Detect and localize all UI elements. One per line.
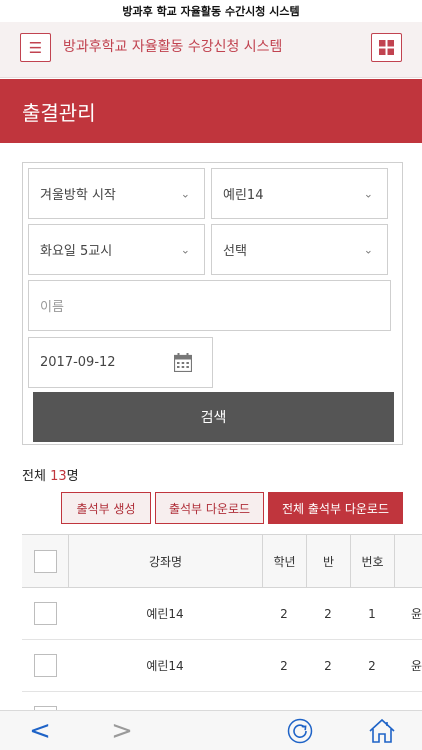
refresh-button[interactable] xyxy=(280,711,320,750)
row-grade: 2 xyxy=(280,658,288,673)
select-all-checkbox[interactable] xyxy=(33,549,57,573)
attendance-table: 강좌명 학년 반 번호 예린14 2 2 1 윤 예린14 2 2 2 윤 xyxy=(22,534,422,710)
date-field[interactable]: 2017-09-12 xyxy=(28,337,213,388)
page-title: 출결관리 xyxy=(22,101,96,125)
row-number: 1 xyxy=(368,606,376,621)
row-class: 2 xyxy=(324,658,332,673)
row-course: 예린14 xyxy=(146,607,184,621)
grid-icon xyxy=(379,40,394,55)
app-header: ☰ 방과후학교 자율활동 수강신청 시스템 xyxy=(0,22,422,78)
row-checkbox-cell xyxy=(22,588,68,639)
chevron-down-icon: ⌄ xyxy=(180,187,190,200)
row-extra: 윤 xyxy=(410,659,422,673)
course-select-value: 예린14 xyxy=(223,188,264,203)
refresh-icon xyxy=(287,718,313,744)
row-extra: 윤 xyxy=(410,607,422,621)
row-course: 예린14 xyxy=(146,659,184,673)
forward-button[interactable]: > xyxy=(102,711,142,750)
name-input[interactable]: 이름 xyxy=(28,280,391,331)
chevron-down-icon: ⌄ xyxy=(363,243,373,256)
row-class: 2 xyxy=(324,606,332,621)
row-number: 2 xyxy=(368,658,376,673)
name-input-placeholder: 이름 xyxy=(40,300,64,315)
column-extra xyxy=(394,535,422,587)
semester-select-value: 겨울방학 시작 xyxy=(40,188,116,203)
period-select[interactable]: 화요일 5교시 ⌄ xyxy=(28,224,205,275)
grid-menu-button[interactable] xyxy=(371,33,402,62)
row-checkbox-cell xyxy=(22,692,68,710)
column-grade[interactable]: 학년 xyxy=(262,535,306,587)
row-checkbox[interactable] xyxy=(33,602,57,625)
row-checkbox-cell xyxy=(22,640,68,691)
filter-panel: 겨울방학 시작 ⌄ 예린14 ⌄ 화요일 5교시 ⌄ 선택 ⌄ 이름 2017-… xyxy=(22,162,403,445)
column-number[interactable]: 번호 xyxy=(350,535,394,587)
download-attendance-button[interactable]: 출석부 다운로드 xyxy=(155,492,264,524)
column-class[interactable]: 반 xyxy=(306,535,350,587)
window-title: 방과후 학교 자율활동 수간시청 시스템 xyxy=(0,0,422,22)
row-grade: 2 xyxy=(280,606,288,621)
column-course[interactable]: 강좌명 xyxy=(68,535,262,587)
date-field-value: 2017-09-12 xyxy=(40,355,116,370)
back-button[interactable]: < xyxy=(20,711,60,750)
home-icon xyxy=(369,718,395,743)
search-button[interactable]: 검색 xyxy=(33,392,394,442)
chevron-down-icon: ⌄ xyxy=(363,187,373,200)
select-all-cell xyxy=(22,535,68,587)
download-all-attendance-button[interactable]: 전체 출석부 다운로드 xyxy=(268,492,403,524)
row-checkbox[interactable] xyxy=(33,654,57,677)
bottom-nav-bar: < > xyxy=(0,710,422,750)
table-row[interactable]: 예린14 2 2 1 윤 xyxy=(22,588,422,640)
total-count: 전체 13명 xyxy=(22,465,79,484)
total-prefix: 전체 xyxy=(22,469,51,484)
menu-button[interactable]: ☰ xyxy=(20,33,51,62)
option-select-value: 선택 xyxy=(223,244,247,259)
total-suffix: 명 xyxy=(66,469,79,484)
option-select[interactable]: 선택 ⌄ xyxy=(211,224,388,275)
header-title: 방과후학교 자율활동 수강신청 시스템 xyxy=(63,39,283,55)
period-select-value: 화요일 5교시 xyxy=(40,244,113,259)
total-number: 13 xyxy=(50,469,67,484)
home-button[interactable] xyxy=(362,711,402,750)
menu-icon: ☰ xyxy=(28,38,43,57)
table-row[interactable]: 예린14 2 2 2 윤 xyxy=(22,640,422,692)
calendar-icon[interactable] xyxy=(174,353,192,372)
table-row[interactable] xyxy=(22,692,422,710)
course-select[interactable]: 예린14 ⌄ xyxy=(211,168,388,219)
chevron-down-icon: ⌄ xyxy=(180,243,190,256)
page-banner: 출결관리 xyxy=(0,79,422,143)
table-header: 강좌명 학년 반 번호 xyxy=(22,534,422,588)
semester-select[interactable]: 겨울방학 시작 ⌄ xyxy=(28,168,205,219)
create-attendance-button[interactable]: 출석부 생성 xyxy=(61,492,151,524)
